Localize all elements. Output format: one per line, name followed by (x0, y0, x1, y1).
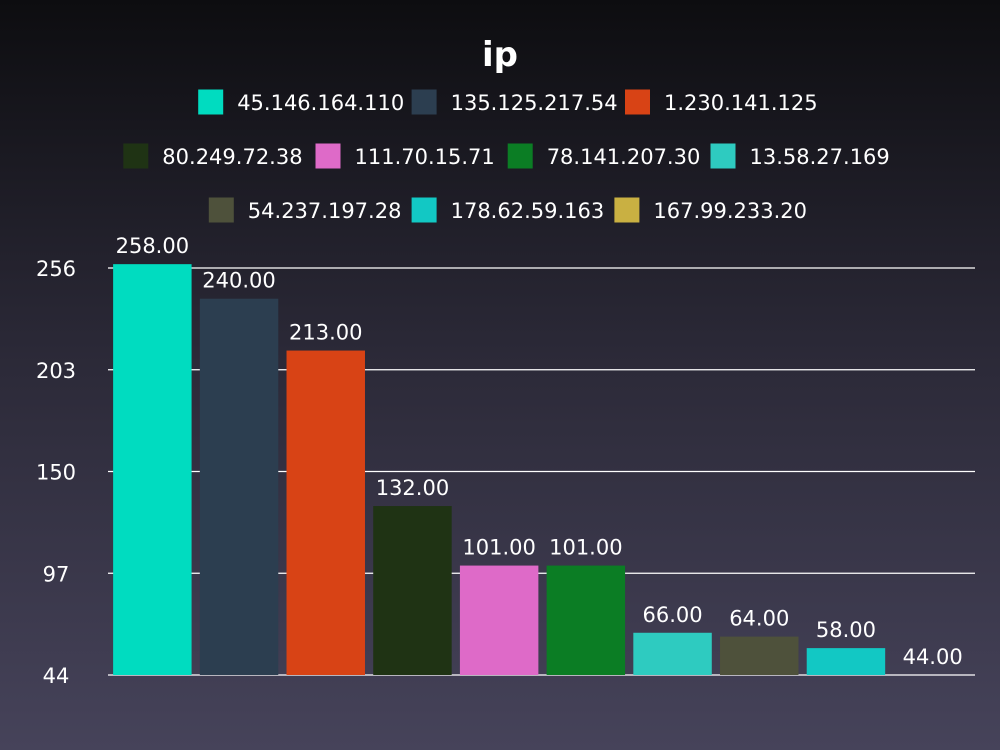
bar-value-label: 101.00 (549, 536, 622, 560)
y-axis: 44 97 150 203 256 (36, 257, 76, 688)
legend-swatch (208, 197, 234, 223)
bar (720, 636, 799, 675)
bar (459, 565, 539, 675)
legend-label: 45.146.164.110 (237, 91, 404, 115)
bar-chart: ip 45.146.164.110 135.125.217.54 1.230.141… (36, 35, 975, 688)
bar (113, 264, 192, 675)
bar-value-label: 240.00 (202, 269, 275, 293)
chart-title: ip (482, 35, 518, 75)
legend-swatch (411, 197, 437, 223)
legend-label: 178.62.59.163 (451, 199, 605, 223)
bar-value-label: 101.00 (462, 536, 535, 560)
bar-value-label: 132.00 (376, 476, 449, 500)
legend-swatch (198, 89, 224, 115)
bar (633, 632, 712, 675)
legend-swatch (625, 89, 650, 115)
bar-value-label: 66.00 (642, 603, 702, 627)
legend-label: 13.58.27.169 (750, 145, 890, 169)
legend-swatch (315, 143, 341, 169)
legend-label: 1.230.141.125 (664, 91, 818, 115)
legend-label: 111.70.15.71 (355, 145, 495, 169)
y-tick-label: 97 (43, 562, 70, 586)
legend-swatch (123, 143, 149, 169)
y-tick-label: 203 (36, 359, 76, 383)
bar (806, 648, 886, 675)
legend-swatch (411, 89, 437, 115)
bar (373, 506, 452, 675)
legend-label: 78.141.207.30 (547, 145, 701, 169)
bar-value-label: 258.00 (116, 234, 189, 258)
y-tick-label: 44 (43, 664, 70, 688)
legend-swatch (710, 143, 736, 169)
bar (546, 565, 626, 675)
chart-legend: 45.146.164.110 135.125.217.54 1.230.141.12… (123, 89, 890, 223)
bar-value-label: 44.00 (903, 645, 963, 669)
legend-label: 135.125.217.54 (451, 91, 618, 115)
bar-value-label: 58.00 (816, 618, 876, 642)
bar (199, 298, 279, 675)
bar (286, 350, 365, 675)
legend-swatch (507, 143, 533, 169)
legend-label: 80.249.72.38 (162, 145, 302, 169)
y-tick-label: 150 (36, 461, 76, 485)
legend-swatch (614, 197, 640, 223)
legend-label: 54.237.197.28 (248, 199, 402, 223)
bar-value-label: 64.00 (729, 607, 789, 631)
y-tick-label: 256 (36, 257, 76, 281)
bar-value-label: 213.00 (289, 321, 362, 345)
legend-label: 167.99.233.20 (653, 199, 807, 223)
